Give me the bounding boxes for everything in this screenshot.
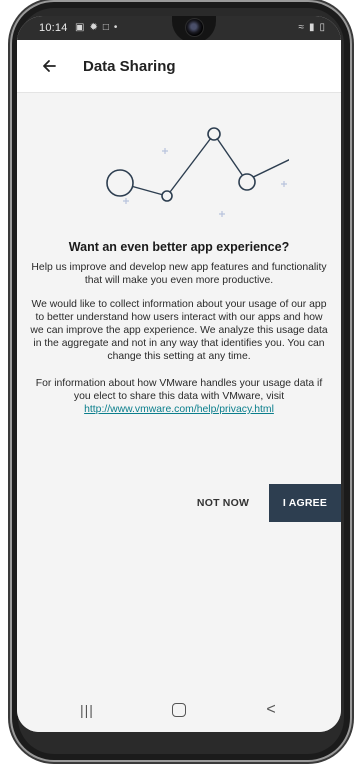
network-edge — [166, 133, 215, 197]
privacy-link[interactable]: http://www.vmware.com/help/privacy.html — [84, 404, 274, 415]
plus-mark — [162, 148, 168, 154]
status-time: 10:14 — [39, 22, 68, 34]
app-bar: Data Sharing — [17, 40, 341, 93]
privacy-paragraph: For information about how VMware handles… — [29, 377, 329, 416]
plus-mark — [123, 198, 129, 204]
agree-button[interactable]: I AGREE — [269, 484, 341, 522]
usage-paragraph: We would like to collect information abo… — [30, 299, 328, 362]
network-node — [106, 169, 134, 197]
recents-button[interactable]: ||| — [67, 699, 107, 721]
network-node — [161, 190, 173, 202]
image-icon: ▣ — [75, 22, 85, 33]
not-now-button[interactable]: NOT NOW — [186, 484, 260, 522]
battery-icon: ▯ — [319, 22, 325, 33]
system-navigation-bar: ||| < — [17, 689, 341, 732]
network-node — [238, 173, 256, 191]
plus-mark — [281, 181, 287, 187]
front-camera — [172, 16, 216, 43]
status-icons-left: ▣ ✹ □ • — [75, 22, 117, 33]
wifi-icon: ≈ — [298, 22, 304, 33]
screenshot-icon: □ — [102, 22, 109, 33]
camera-lens — [185, 18, 204, 37]
plus-decorations — [123, 148, 287, 217]
action-buttons: NOT NOW I AGREE — [17, 484, 341, 522]
data-sharing-content: Want an even better app experience? Help… — [17, 93, 341, 689]
home-icon — [172, 703, 186, 717]
status-bar: 10:14 ▣ ✹ □ • ≈ ▮ ▯ — [17, 16, 341, 43]
back-button[interactable] — [37, 54, 61, 78]
gear-icon: ✹ — [89, 22, 98, 33]
plus-mark — [219, 211, 225, 217]
privacy-text: For information about how VMware handles… — [35, 378, 323, 402]
network-illustration-icon — [106, 127, 289, 217]
dot-icon: • — [113, 22, 118, 33]
system-back-button[interactable]: < — [251, 699, 291, 721]
heading: Want an even better app experience? — [68, 240, 290, 254]
arrow-left-icon — [43, 60, 56, 72]
home-button[interactable] — [159, 699, 199, 721]
intro-paragraph: Help us improve and develop new app feat… — [31, 262, 327, 286]
status-icons-right: ≈ ▮ ▯ — [298, 22, 325, 33]
page-title: Data Sharing — [83, 57, 176, 75]
signal-icon: ▮ — [308, 22, 315, 33]
network-node — [207, 127, 221, 141]
phone-screen: 10:14 ▣ ✹ □ • ≈ ▮ ▯ Data Sharing Want an… — [17, 16, 341, 732]
